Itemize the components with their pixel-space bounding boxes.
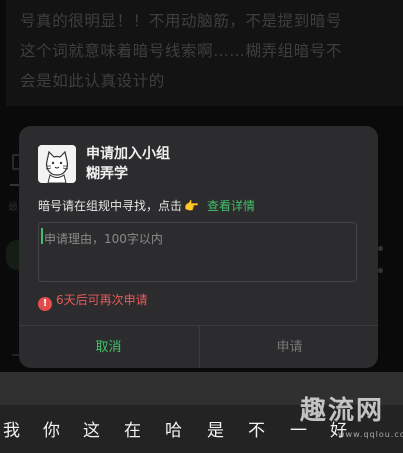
password-notice: 暗号请在组规中寻找，点击 👉 查看详情 (38, 198, 255, 214)
warning-icon: ! (38, 297, 52, 311)
reason-field[interactable] (38, 222, 357, 282)
reapply-warning: ! 6天后可再次申请 (38, 292, 148, 311)
cartoon-cat-avatar-icon (38, 145, 76, 183)
site-watermark: 趣流网 www.qqlou.com (298, 396, 403, 446)
reason-input[interactable] (39, 223, 356, 281)
join-group-dialog: 申请加入小组 糊弄学 暗号请在组规中寻找，点击👉 查看详情 ! 6天后可再次申请 取… (19, 126, 378, 368)
view-details-link[interactable]: 查看详情 (207, 199, 255, 213)
keyboard-candidate[interactable]: 是 (207, 421, 224, 441)
keyboard-candidate[interactable]: 这 (83, 421, 100, 441)
text-caret (41, 228, 43, 244)
warning-text: 6天后可再次申请 (56, 293, 148, 307)
cancel-button[interactable]: 取消 (19, 326, 198, 368)
keyboard-candidate[interactable]: 不 (248, 421, 265, 441)
keyboard-candidate[interactable]: 我 (3, 421, 20, 441)
keyboard-candidate[interactable]: 哈 (165, 421, 182, 441)
keyboard-candidate[interactable]: 在 (124, 421, 141, 441)
watermark-url: www.qqlou.com (338, 430, 403, 439)
notice-text: 暗号请在组规中寻找，点击 (38, 199, 183, 213)
dialog-actions: 取消 申请 (19, 325, 378, 368)
group-name: 糊弄学 (86, 166, 128, 182)
apply-button[interactable]: 申请 (199, 326, 378, 368)
dialog-title: 申请加入小组 (86, 146, 170, 162)
pointing-hand-icon: 👉 (184, 199, 199, 213)
watermark-text: 趣流网 (300, 396, 385, 426)
keyboard-candidate[interactable]: 你 (43, 421, 60, 441)
